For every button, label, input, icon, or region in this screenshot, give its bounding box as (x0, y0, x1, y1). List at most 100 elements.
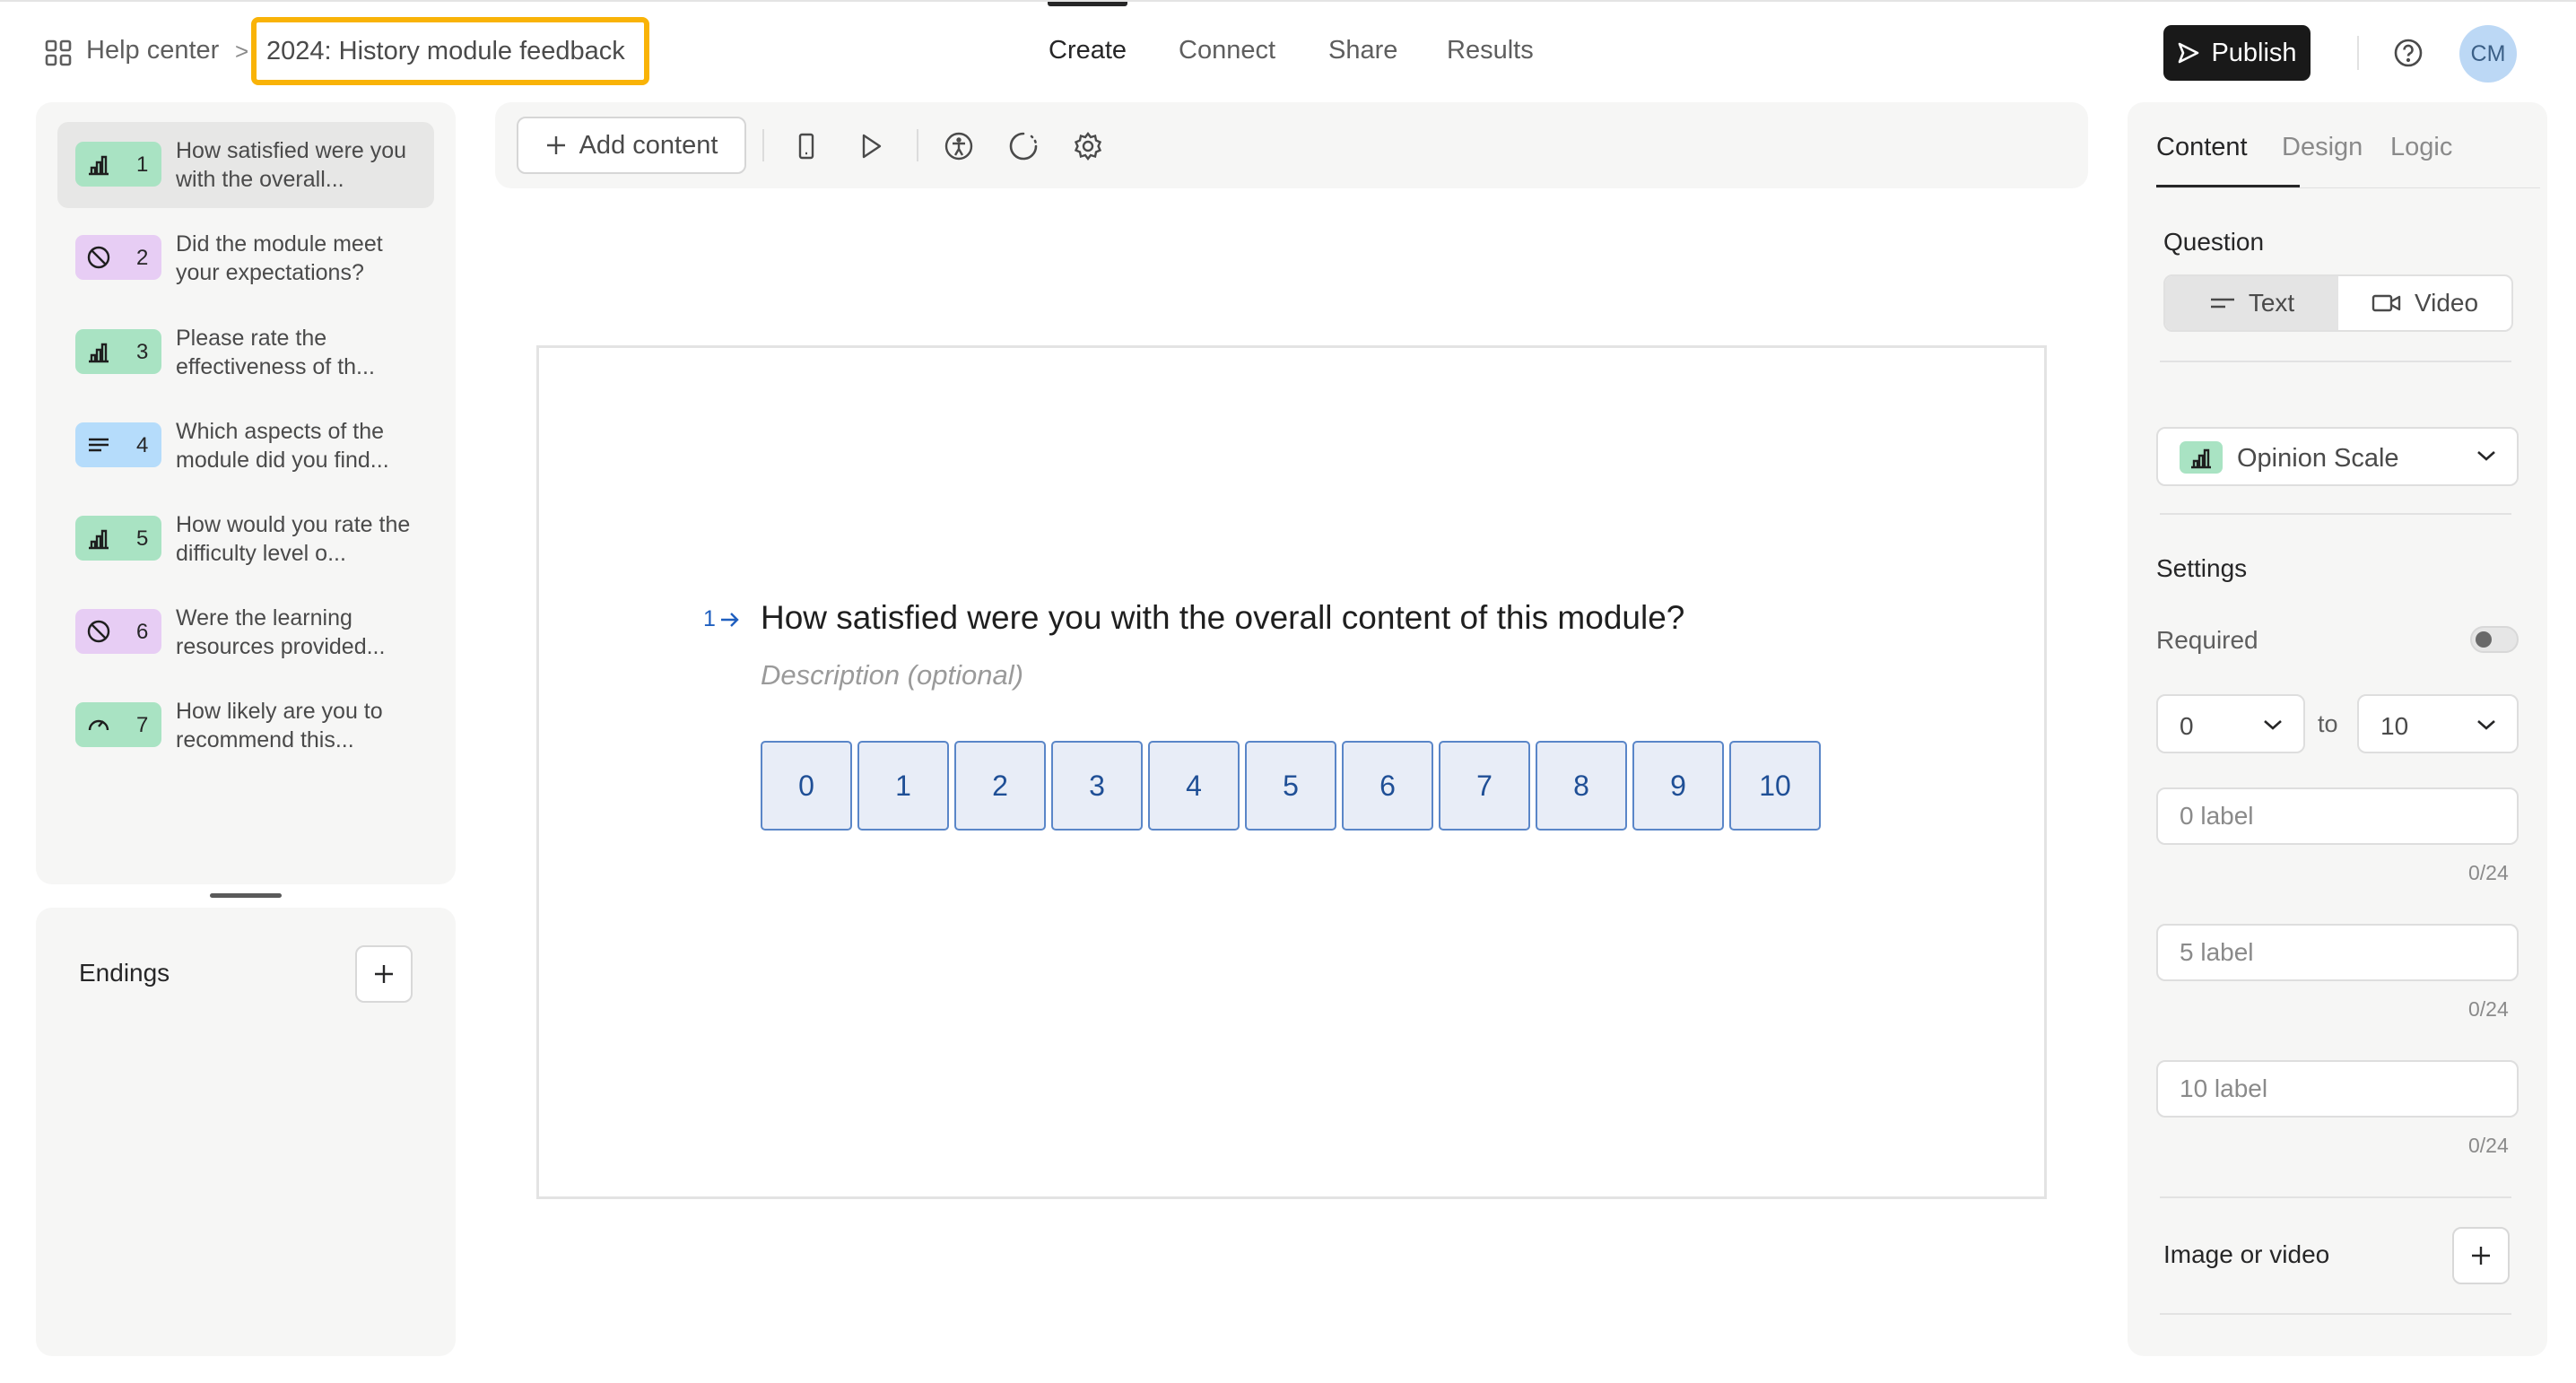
nav-tab-share[interactable]: Share (1328, 36, 1397, 65)
question-number: 7 (136, 713, 149, 737)
tab-content[interactable]: Content (2156, 133, 2248, 162)
toolbar-divider (917, 129, 918, 161)
publish-button[interactable]: Publish (2163, 25, 2311, 81)
top-bar: Help center > 2024: History module feedb… (0, 0, 2576, 104)
range-from-select[interactable]: 0 (2156, 694, 2305, 753)
image-video-label: Image or video (2163, 1240, 2330, 1268)
section-divider (2160, 1313, 2511, 1315)
mode-video-option[interactable]: Video (2338, 276, 2511, 330)
scale-option-1[interactable]: 1 (857, 741, 949, 831)
question-number-indicator: 1 (703, 606, 741, 632)
nps-gauge-icon (86, 712, 111, 737)
question-item-4[interactable]: 4 Which aspects of the module did you fi… (57, 403, 434, 489)
scale-option-7[interactable]: 7 (1439, 741, 1530, 831)
arrow-right-icon (719, 611, 741, 629)
scale-option-0[interactable]: 0 (761, 741, 852, 831)
label-10-char-counter: 0/24 (2468, 1134, 2509, 1157)
nav-tab-connect[interactable]: Connect (1179, 36, 1275, 65)
accessibility-icon[interactable] (944, 131, 974, 161)
tab-design[interactable]: Design (2282, 133, 2363, 162)
opinion-scale-icon (86, 152, 111, 177)
breadcrumb-home-link[interactable]: Help center (86, 36, 219, 65)
help-icon[interactable] (2393, 38, 2424, 68)
mobile-preview-icon[interactable] (791, 131, 822, 161)
section-divider (2160, 513, 2511, 515)
range-to-select[interactable]: 10 (2357, 694, 2519, 753)
label-0-input[interactable] (2156, 787, 2519, 845)
question-description-placeholder[interactable]: Description (optional) (761, 659, 1023, 692)
question-settings-panel: Content Design Logic Question Text Video… (2128, 102, 2547, 1356)
add-content-label: Add content (579, 130, 718, 160)
form-title-text: 2024: History module feedback (266, 36, 625, 65)
question-number: 4 (136, 433, 149, 457)
question-type-badge: 6 (75, 609, 161, 654)
breadcrumb-separator: > (235, 38, 249, 65)
question-section-label: Question (2163, 228, 2265, 256)
question-item-text: How likely are you to recommend this... (176, 699, 383, 752)
question-number: 5 (136, 526, 149, 551)
question-type-dropdown[interactable]: Opinion Scale (2156, 427, 2519, 486)
mode-text-option[interactable]: Text (2165, 276, 2338, 330)
active-nav-indicator (1048, 2, 1127, 6)
range-from-value: 0 (2180, 712, 2194, 740)
yes-no-icon (86, 245, 111, 270)
question-number: 1 (136, 152, 149, 177)
question-type-badge: 4 (75, 422, 161, 467)
question-type-badge: 3 (75, 329, 161, 374)
scale-option-9[interactable]: 9 (1632, 741, 1724, 831)
label-0-char-counter: 0/24 (2468, 861, 2509, 884)
add-content-button[interactable]: Add content (517, 117, 746, 174)
nav-tab-results[interactable]: Results (1447, 36, 1534, 65)
chevron-down-icon (2476, 718, 2497, 732)
editor-toolbar: Add content (495, 102, 2088, 188)
question-title[interactable]: How satisfied were you with the overall … (761, 599, 1684, 637)
section-divider (2160, 361, 2511, 362)
required-toggle[interactable] (2470, 626, 2519, 653)
publish-label: Publish (2211, 38, 2297, 67)
apps-grid-icon[interactable] (45, 39, 72, 66)
chevron-down-icon (2476, 448, 2497, 463)
video-camera-icon (2371, 292, 2402, 314)
nav-tab-create[interactable]: Create (1049, 36, 1127, 65)
yes-no-icon (86, 619, 111, 644)
question-item-text: How would you rate the difficulty level … (176, 512, 411, 566)
question-item-3[interactable]: 3 Please rate the effectiveness of th... (57, 309, 434, 396)
play-preview-icon[interactable] (856, 131, 886, 161)
question-item-6[interactable]: 6 Were the learning resources provided..… (57, 589, 434, 675)
question-item-2[interactable]: 2 Did the module meet your expectations? (57, 215, 434, 301)
scale-option-10[interactable]: 10 (1729, 741, 1821, 831)
question-number: 3 (136, 340, 149, 364)
add-ending-button[interactable] (355, 945, 413, 1003)
add-image-video-button[interactable] (2452, 1227, 2510, 1284)
gear-icon[interactable] (1073, 131, 1103, 161)
label-10-input[interactable] (2156, 1060, 2519, 1118)
scale-option-5[interactable]: 5 (1245, 741, 1336, 831)
required-label: Required (2156, 626, 2258, 654)
question-item-text: Which aspects of the module did you find… (176, 419, 389, 473)
question-item-1[interactable]: 1 How satisfied were you with the overal… (57, 122, 434, 208)
active-tab-indicator (2156, 185, 2300, 187)
question-type-label: Opinion Scale (2237, 444, 2399, 473)
question-item-5[interactable]: 5 How would you rate the difficulty leve… (57, 496, 434, 582)
send-icon (2177, 41, 2200, 65)
plus-icon (2469, 1244, 2493, 1267)
question-type-badge: 7 (75, 702, 161, 747)
scale-option-4[interactable]: 4 (1148, 741, 1240, 831)
panel-resize-handle[interactable] (210, 893, 282, 898)
opinion-scale-icon (86, 339, 111, 364)
scale-option-8[interactable]: 8 (1536, 741, 1627, 831)
scale-option-2[interactable]: 2 (954, 741, 1046, 831)
tab-logic[interactable]: Logic (2390, 133, 2452, 162)
form-title[interactable]: 2024: History module feedback (251, 17, 649, 85)
opinion-scale-icon (86, 526, 111, 551)
scale-option-6[interactable]: 6 (1342, 741, 1433, 831)
settings-section-label: Settings (2156, 554, 2248, 582)
question-item-7[interactable]: 7 How likely are you to recommend this..… (57, 683, 434, 769)
loading-spinner-icon[interactable] (1008, 131, 1039, 161)
scale-option-3[interactable]: 3 (1051, 741, 1143, 831)
question-item-text: Were the learning resources provided... (176, 605, 386, 659)
user-avatar[interactable]: CM (2459, 25, 2517, 83)
label-5-input[interactable] (2156, 924, 2519, 981)
question-number: 6 (136, 620, 149, 644)
opinion-scale-icon (2180, 441, 2223, 474)
